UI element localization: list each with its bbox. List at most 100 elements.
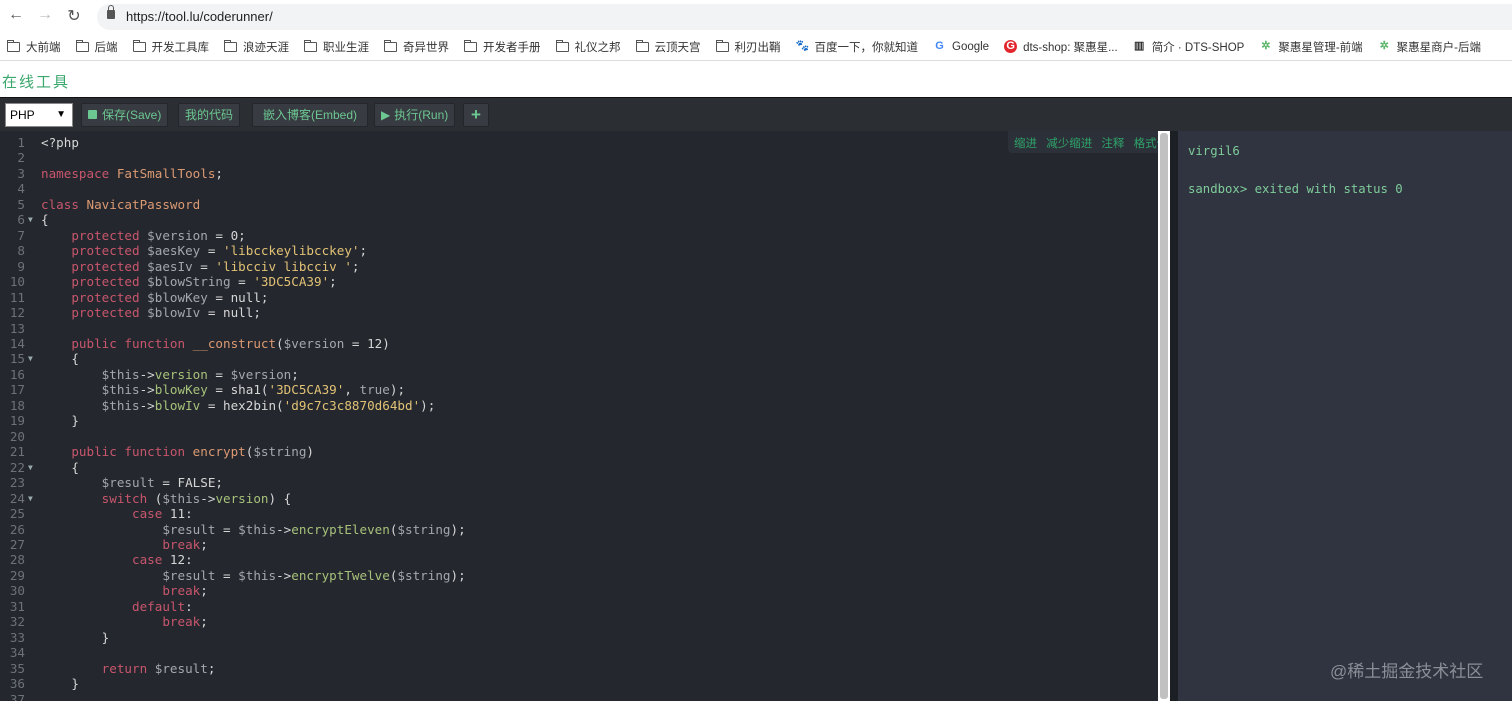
bookmark-item[interactable]: 职业生涯	[304, 39, 369, 55]
code-token: $result	[162, 567, 216, 583]
bookmark-item[interactable]: ▥ 简介 · DTS-SHOP	[1133, 39, 1245, 55]
run-button[interactable]: ▶ 执行(Run)	[374, 103, 456, 127]
code-text: $result = $this->encryptTwelve($string);	[41, 567, 466, 584]
code-token: $string	[253, 444, 307, 460]
outdent-button[interactable]: 减少缩进	[1046, 138, 1092, 150]
book-icon: ▥	[1133, 40, 1145, 52]
code-line: 28 case 12:	[0, 552, 1158, 568]
bookmark-item[interactable]: 开发工具库	[132, 39, 210, 55]
bookmark-item[interactable]: ✲ 聚惠星管理-前端	[1259, 39, 1362, 55]
scrollbar-thumb[interactable]	[1160, 133, 1168, 699]
bookmark-item[interactable]: 浪迹天涯	[224, 39, 289, 55]
code-token: = hex2bin(	[200, 397, 284, 413]
code-line: 14 public function __construct($version …	[0, 336, 1158, 352]
code-text: $this->version = $version;	[41, 367, 299, 383]
code-token: case	[132, 506, 170, 522]
back-icon[interactable]: ←	[6, 6, 26, 24]
panel-resizer[interactable]	[1170, 131, 1178, 701]
bookmark-item[interactable]: G Google	[933, 40, 989, 53]
line-number: 21	[9, 444, 25, 460]
line-number: 32	[9, 614, 25, 630]
indent-button[interactable]: 缩进	[1014, 138, 1037, 150]
bookmark-label: dts-shop: 聚惠星...	[1023, 41, 1118, 54]
line-number: 6	[17, 212, 25, 228]
code-token: $result	[162, 521, 216, 537]
language-value: PHP	[10, 108, 35, 122]
code-line: 36 }	[0, 676, 1158, 692]
fold-arrow-icon[interactable]: ▼	[28, 351, 33, 367]
code-token: = 0;	[207, 227, 246, 243]
bookmark-item[interactable]: 云顶天宫	[635, 39, 701, 55]
bookmark-label: 大前端	[26, 41, 61, 54]
line-number: 17	[9, 382, 25, 398]
code-text: {	[41, 460, 79, 476]
code-token: );	[450, 567, 466, 583]
line-number: 22	[9, 459, 25, 475]
bookmark-label: 简介 · DTS-SHOP	[1151, 41, 1245, 54]
code-token: $blowKey	[147, 289, 208, 305]
line-number: 16	[9, 366, 25, 382]
code-text: namespace FatSmallTools;	[41, 166, 223, 182]
bookmark-item[interactable]: 奇异世界	[384, 39, 449, 55]
comment-button[interactable]: 注释	[1101, 138, 1124, 150]
bookmark-item[interactable]: 后端	[75, 39, 118, 55]
lock-icon	[107, 5, 115, 19]
code-token: {	[41, 212, 49, 228]
star-logo-icon: ✲	[1379, 40, 1389, 52]
code-text: switch ($this->version) {	[41, 490, 292, 507]
embed-button[interactable]: 嵌入博客(Embed)	[252, 103, 369, 127]
address-bar[interactable]: https://tool.lu/coderunner/	[97, 4, 1512, 30]
folder-icon	[224, 39, 237, 52]
bookmark-label: 云顶天宫	[654, 41, 701, 54]
language-select[interactable]: PHP ▼	[5, 103, 73, 127]
bookmark-item[interactable]: 开发者手册	[464, 39, 541, 55]
line-number: 15	[9, 351, 25, 367]
line-number: 23	[9, 475, 25, 491]
site-title[interactable]: 在线工具	[2, 71, 70, 92]
my-code-button[interactable]: 我的代码	[178, 103, 241, 127]
bookmark-item[interactable]: ✲ 聚惠星商户-后端	[1378, 39, 1481, 55]
bookmark-item[interactable]: 大前端	[7, 39, 61, 55]
code-token: ;	[200, 583, 208, 599]
bookmark-item[interactable]: 🐾 百度一下，你就知道	[796, 39, 919, 55]
bookmark-item[interactable]: Gdts-shop: 聚惠星...	[1004, 39, 1118, 55]
line-number: 30	[9, 583, 25, 599]
line-number: 1	[17, 135, 25, 150]
reload-icon[interactable]: ↻	[64, 6, 84, 26]
bookmark-item[interactable]: 礼仪之邦	[555, 39, 621, 55]
add-button[interactable]: +	[463, 103, 489, 127]
folder-icon	[304, 39, 317, 52]
code-text: break;	[41, 614, 208, 630]
code-editor[interactable]: 1 <?php 2 3 namespace FatSmallTools; 4 5 class …	[0, 131, 1158, 701]
code-token: $version	[230, 366, 292, 382]
bookmark-label: 开发工具库	[151, 41, 210, 54]
fold-arrow-icon[interactable]: ▼	[28, 460, 33, 476]
code-token: switch	[101, 490, 155, 506]
fold-arrow-icon[interactable]: ▼	[28, 212, 33, 228]
code-line: 34	[0, 645, 1158, 661]
save-button[interactable]: 保存(Save)	[81, 103, 169, 127]
fold-arrow-icon[interactable]: ▼	[28, 491, 33, 507]
code-token: ;	[200, 536, 208, 552]
bookmark-item[interactable]: 利刃出鞘	[715, 39, 781, 55]
code-token: $aesIv	[147, 258, 193, 274]
code-line: 16 $this->version = $version;	[0, 367, 1158, 383]
code-token: ,	[344, 382, 360, 398]
code-text: protected $aesKey = 'libcckeylibcckey';	[41, 243, 367, 259]
editor-scrollbar[interactable]	[1158, 131, 1170, 701]
code-token: = FALSE;	[154, 475, 223, 491]
chevron-down-icon: ▼	[56, 109, 66, 120]
bookmark-label: 礼仪之邦	[574, 41, 621, 54]
forward-icon[interactable]: →	[35, 6, 55, 24]
code-token: =	[230, 274, 254, 290]
bookmark-label: 职业生涯	[323, 41, 369, 54]
